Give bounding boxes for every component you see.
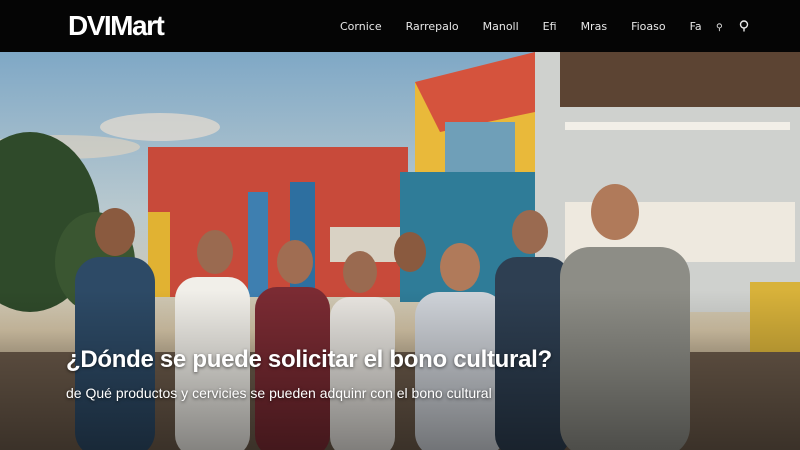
hero-banner[interactable]: ¿Dónde se puede solicitar el bono cultur… — [0, 52, 800, 450]
nav-item-5[interactable]: Mras — [581, 20, 608, 33]
main-nav: Cornice Rarrepalo Manoll Efi Mras Fioaso… — [340, 0, 761, 52]
top-navigation-bar: DVIMart Cornice Rarrepalo Manoll Efi Mra… — [0, 0, 800, 52]
nav-item-2[interactable]: Rarrepalo — [406, 20, 459, 33]
nav-item-7[interactable]: Fa — [690, 20, 702, 33]
hero-title[interactable]: ¿Dónde se puede solicitar el bono cultur… — [66, 346, 552, 374]
nav-item-4[interactable]: Efi — [543, 20, 557, 33]
settings-icon[interactable]: ⚲ — [716, 21, 727, 32]
nav-item-6[interactable]: Fioaso — [631, 20, 666, 33]
nav-item-1[interactable]: Cornice — [340, 20, 382, 33]
site-logo[interactable]: DVIMart — [68, 9, 165, 43]
svg-text:⚲: ⚲ — [716, 23, 723, 32]
hero-subtitle: de Qué productos y cervicies se pueden a… — [66, 385, 492, 401]
nav-item-3[interactable]: Manoll — [483, 20, 519, 33]
search-icon[interactable] — [739, 20, 749, 32]
